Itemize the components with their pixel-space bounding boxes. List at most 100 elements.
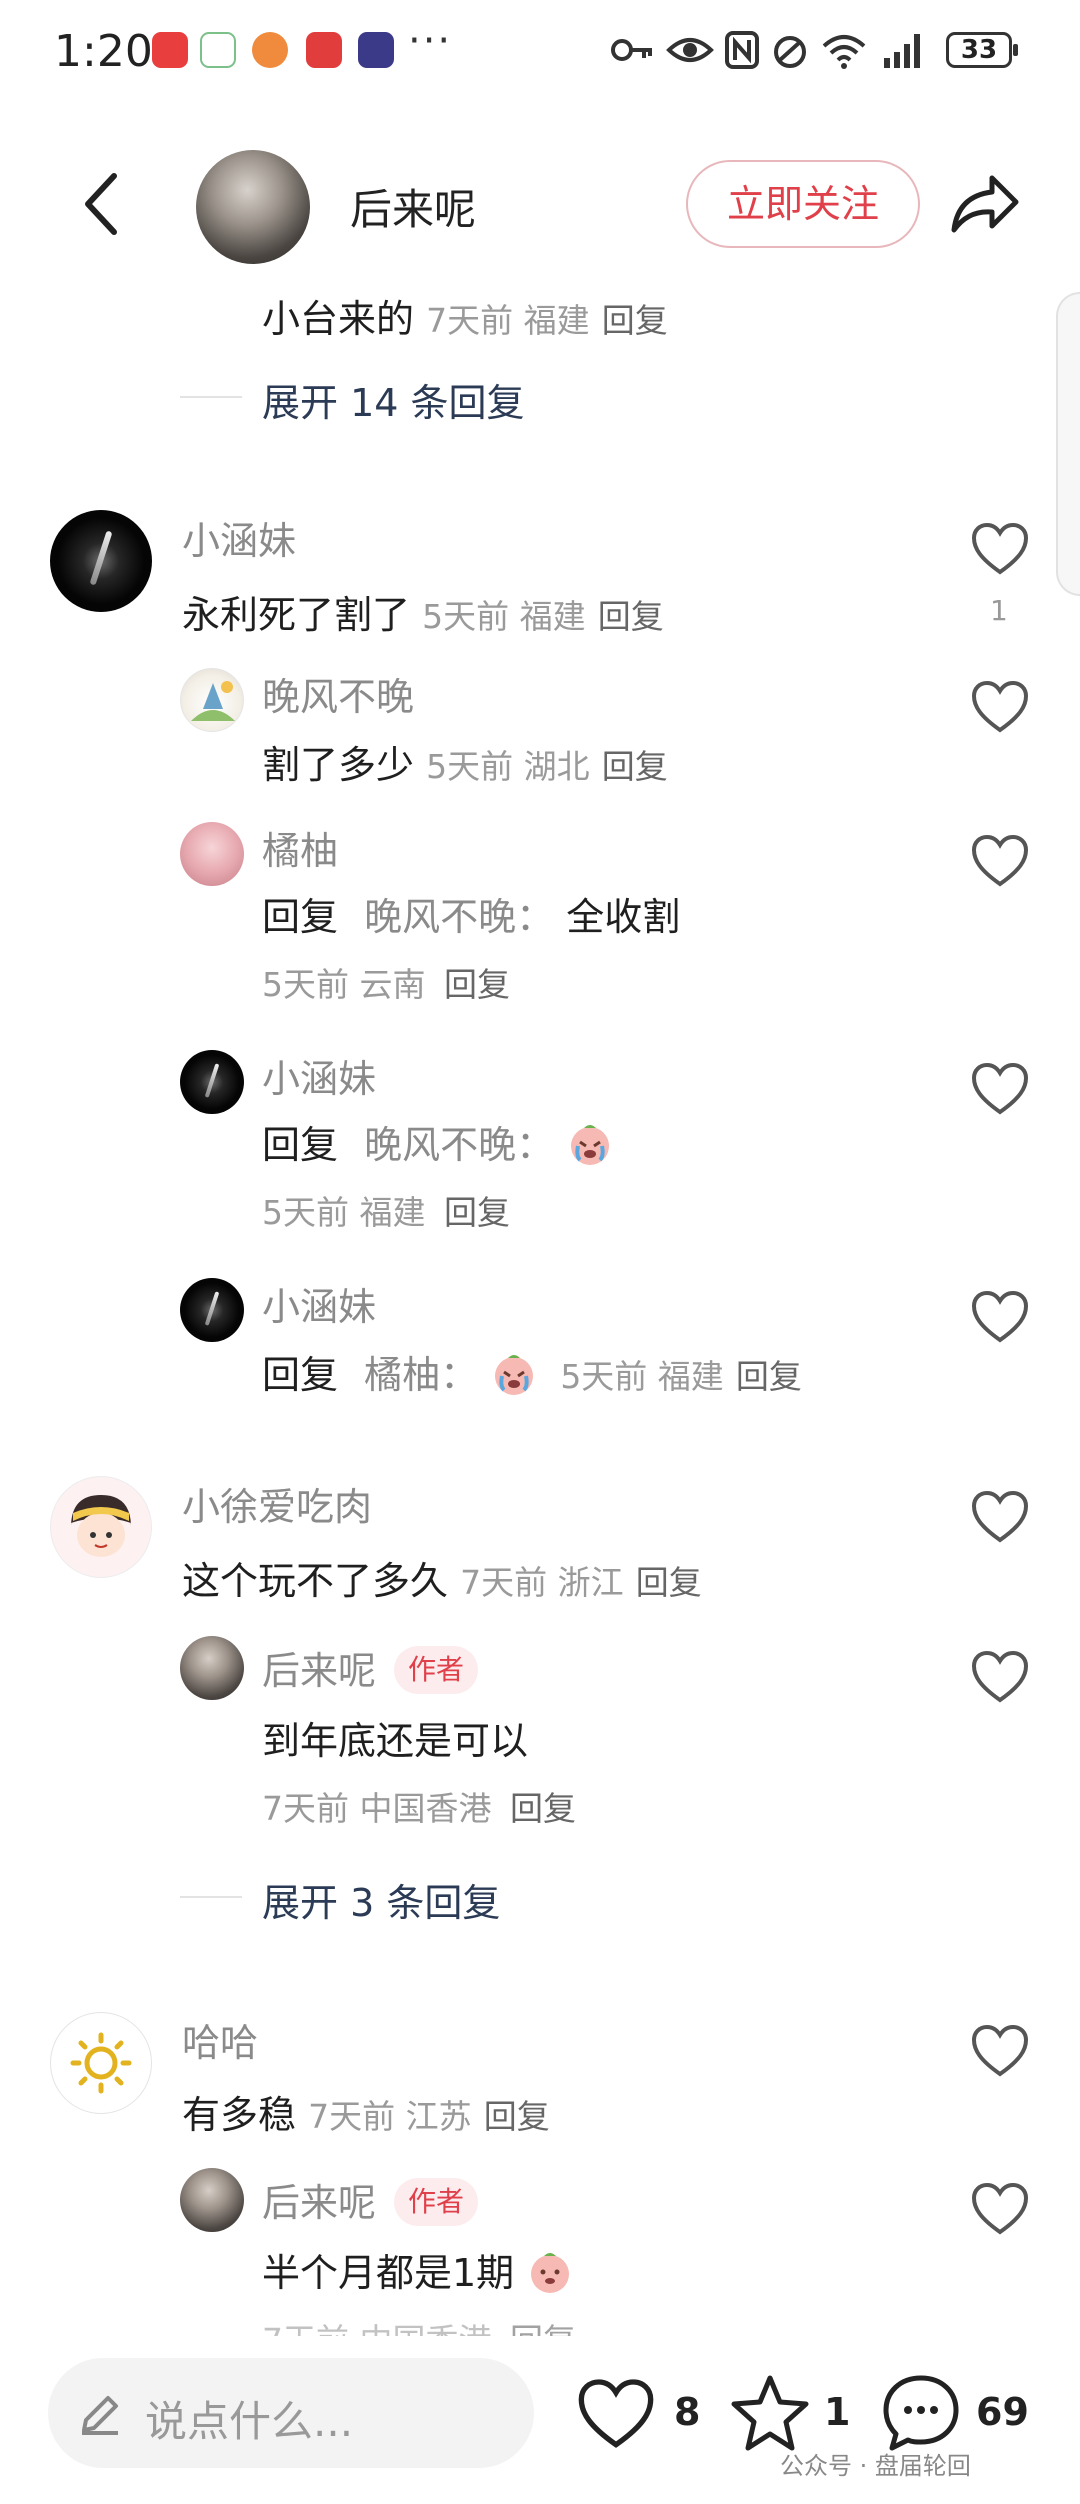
crying-emoji-icon: [495, 1354, 534, 1395]
pencil-icon: [82, 2396, 118, 2435]
author-badge: 作者: [394, 1645, 479, 1694]
avatar-image: [191, 681, 235, 721]
avatar[interactable]: [50, 1476, 152, 1578]
avatar[interactable]: [180, 1050, 244, 1114]
favorite-count: 1: [824, 2390, 851, 2434]
comment-meta: 5天前 福建: [422, 597, 586, 636]
comment-author[interactable]: 晚风不晚: [262, 666, 414, 721]
app-notification-icon: [358, 32, 394, 68]
comment-author[interactable]: 小涵妹: [262, 1276, 376, 1331]
comment-icon[interactable]: [880, 2372, 962, 2454]
watermark: 公众号 · 盘届轮回: [780, 2452, 971, 2480]
avatar[interactable]: [180, 1636, 244, 1700]
back-icon[interactable]: [80, 172, 120, 236]
comment-author-row: 后来呢 作者: [262, 1640, 479, 1698]
heart-icon[interactable]: [970, 1490, 1030, 1544]
avatar[interactable]: [180, 1278, 244, 1342]
like-count: 8: [674, 2390, 701, 2434]
comment-text: 回复 橘柚： 5天前 福建 回复: [262, 1344, 802, 1402]
heart-icon[interactable]: [970, 522, 1030, 576]
star-icon[interactable]: [730, 2372, 810, 2452]
app-notification-icon: [306, 32, 342, 68]
comment-author[interactable]: 橘柚: [262, 820, 338, 875]
comment-text: 这个玩不了多久 7天前 浙江 回复: [182, 1550, 702, 1605]
avatar[interactable]: [180, 822, 244, 886]
reply-meta: 7天前 福建: [426, 301, 590, 340]
heart-icon[interactable]: [970, 834, 1030, 888]
wifi-icon: [822, 35, 866, 69]
signal-icon: [884, 34, 920, 68]
share-icon[interactable]: [948, 170, 1022, 236]
comment-text: 回复 晚风不晚： 全收割: [262, 886, 680, 941]
status-time: 1:20: [54, 26, 153, 77]
reply-prefix: 回复: [262, 895, 339, 939]
reply-prefix: 回复: [262, 1353, 339, 1397]
side-drawer-handle[interactable]: [1056, 292, 1080, 596]
follow-button[interactable]: 立即关注: [686, 160, 920, 248]
heart-icon[interactable]: [970, 1062, 1030, 1116]
reply-button[interactable]: 回复: [736, 1357, 802, 1396]
avatar[interactable]: [50, 510, 152, 612]
comment-input-placeholder[interactable]: 说点什么...: [145, 2388, 353, 2449]
heart-icon[interactable]: [970, 2182, 1030, 2236]
eye-icon: [666, 38, 714, 62]
reply-button[interactable]: 回复: [484, 2097, 550, 2136]
reply-to-user[interactable]: 橘柚：: [364, 1353, 478, 1397]
avatar-image: [71, 1495, 131, 1557]
heart-icon[interactable]: [970, 1650, 1030, 1704]
app-notification-icon: [152, 32, 188, 68]
avatar[interactable]: [50, 2012, 152, 2114]
more-notifications-icon: ···: [408, 18, 453, 64]
comment-content: 永利死了割了: [182, 593, 411, 637]
reply-to-user[interactable]: 晚风不晚：: [364, 895, 554, 939]
expand-replies-button[interactable]: 展开 3 条回复: [262, 1872, 500, 1927]
comment-text: 永利死了割了 5天前 福建 回复: [182, 584, 664, 639]
comment-author-row: 后来呢 作者: [262, 2172, 479, 2230]
heart-icon[interactable]: [970, 680, 1030, 734]
comment-author[interactable]: 后来呢: [262, 1649, 376, 1693]
heart-icon[interactable]: [576, 2378, 656, 2450]
comment-count: 69: [976, 2390, 1029, 2434]
author-avatar[interactable]: [196, 150, 310, 264]
reply-button[interactable]: 回复: [598, 597, 664, 636]
comment-author[interactable]: 小涵妹: [262, 1048, 376, 1103]
comment-author[interactable]: 后来呢: [262, 2181, 376, 2225]
reply-button[interactable]: 回复: [636, 1563, 702, 1602]
author-name[interactable]: 后来呢: [350, 176, 476, 237]
reply-button[interactable]: 回复: [444, 1193, 510, 1232]
comment-content: 全收割: [566, 895, 681, 939]
comment-author[interactable]: 哈哈: [182, 2012, 258, 2067]
divider: [180, 396, 242, 398]
crying-emoji-icon: [571, 1124, 610, 1165]
comment-meta-line: 7天前 中国香港 回复: [262, 1782, 576, 1830]
comment-text: 到年底还是可以: [262, 1719, 529, 1763]
expand-replies-button[interactable]: 展开 14 条回复: [262, 372, 525, 427]
reply-button[interactable]: 回复: [510, 1789, 576, 1828]
comment-meta: 7天前 浙江: [460, 1563, 624, 1602]
reply-to-user[interactable]: 晚风不晚：: [364, 1123, 554, 1167]
comment-content: 割了多少: [262, 743, 415, 787]
reply-button[interactable]: 回复: [602, 747, 668, 786]
comment-author[interactable]: 小徐爱吃肉: [182, 1476, 372, 1531]
author-badge: 作者: [394, 2177, 479, 2226]
heart-icon[interactable]: [970, 2024, 1030, 2078]
comment-meta: 7天前 江苏: [308, 2097, 472, 2136]
comment-meta: 5天前 福建: [560, 1357, 724, 1396]
comment-author[interactable]: 小涵妹: [182, 510, 296, 565]
avatar[interactable]: [180, 2168, 244, 2232]
comment-content: 有多稳: [182, 2093, 297, 2137]
reply-button[interactable]: 回复: [602, 301, 668, 340]
reply-button[interactable]: 回复: [444, 965, 510, 1004]
reply-content: 小台来的: [262, 297, 415, 341]
nfc-icon: [725, 31, 759, 69]
alarm-icon: [774, 36, 806, 68]
comment-meta: 5天前 云南: [262, 965, 426, 1004]
comment-text: 有多稳 7天前 江苏 回复: [182, 2084, 550, 2139]
battery-indicator: 33: [946, 32, 1018, 68]
divider: [180, 1896, 242, 1898]
reply-prefix: 回复: [262, 1123, 339, 1167]
heart-icon[interactable]: [970, 1290, 1030, 1344]
avatar[interactable]: [180, 668, 244, 732]
key-icon: [611, 39, 652, 61]
like-count: 1: [990, 594, 1008, 627]
